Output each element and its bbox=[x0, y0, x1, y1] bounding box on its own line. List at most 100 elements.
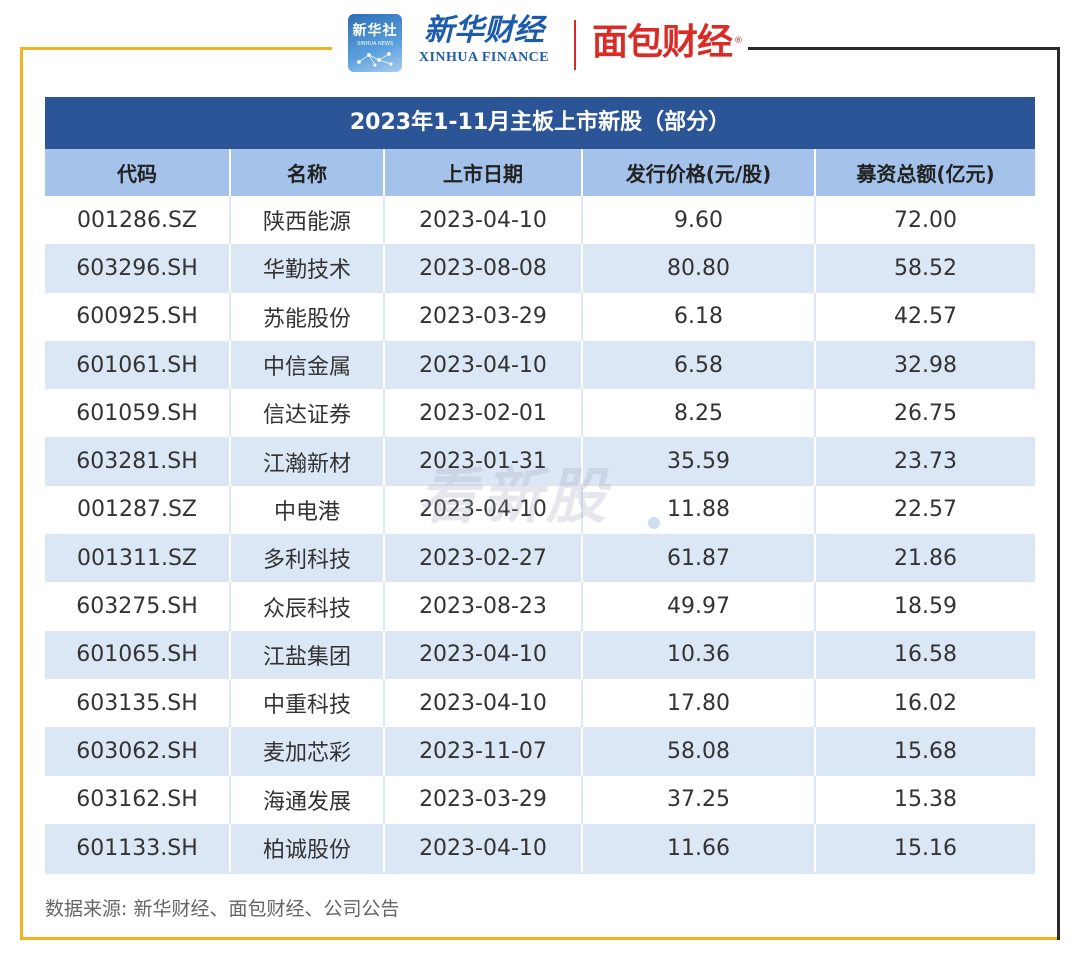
cell-listing-date: 2023-03-29 bbox=[383, 775, 581, 824]
cell-listing-date: 2023-02-01 bbox=[383, 389, 581, 438]
frame-line-gold-top bbox=[20, 47, 332, 50]
frame-line-dark-top bbox=[748, 47, 1060, 50]
network-icon bbox=[357, 52, 393, 67]
table-row: 601059.SH 信达证券 2023-02-01 8.25 26.75 bbox=[45, 389, 1035, 438]
cell-code: 600925.SH bbox=[76, 304, 198, 330]
table-row: 600925.SH 苏能股份 2023-03-29 6.18 42.57 bbox=[45, 292, 1035, 341]
cell-listing-date: 2023-04-10 bbox=[383, 678, 581, 728]
cell-name: 海通发展 bbox=[229, 775, 383, 824]
cell-name: 中重科技 bbox=[229, 678, 383, 728]
cell-name: 华勤技术 bbox=[229, 244, 383, 293]
table-row: 603275.SH 众辰科技 2023-08-23 49.97 18.59 bbox=[45, 582, 1035, 631]
cell-issue-price: 11.88 bbox=[581, 485, 814, 535]
cell-name: 江瀚新材 bbox=[229, 437, 383, 486]
cell-listing-date: 2023-02-27 bbox=[383, 534, 581, 583]
table-row: 601065.SH 江盐集团 2023-04-10 10.36 16.58 bbox=[45, 630, 1035, 679]
cell-issue-price: 61.87 bbox=[581, 534, 814, 583]
cell-code: 603281.SH bbox=[76, 449, 198, 475]
cell-code: 603275.SH bbox=[76, 594, 198, 620]
mianbao-finance-text: 面包财经 bbox=[592, 22, 733, 63]
xinhua-news-logo: 新华社 XINHUA NEWS bbox=[348, 14, 402, 72]
column-header-issue-price: 发行价格(元/股) bbox=[581, 149, 814, 196]
table-row: 603281.SH 江瀚新材 2023-01-31 35.59 23.73 bbox=[45, 437, 1035, 486]
cell-name: 多利科技 bbox=[229, 534, 383, 583]
column-header-listing-date: 上市日期 bbox=[383, 149, 581, 196]
cell-code: 601061.SH bbox=[76, 352, 198, 378]
table-row: 603162.SH 海通发展 2023-03-29 37.25 15.38 bbox=[45, 775, 1035, 824]
table-row: 001311.SZ 多利科技 2023-02-27 61.87 21.86 bbox=[45, 534, 1035, 583]
cell-listing-date: 2023-04-10 bbox=[383, 630, 581, 679]
cell-issue-price: 8.25 bbox=[581, 389, 814, 438]
cell-issue-price: 10.36 bbox=[581, 630, 814, 679]
cell-listing-date: 2023-01-31 bbox=[383, 437, 581, 486]
xinhua-finance-brand: 新华财经 XINHUA FINANCE bbox=[414, 12, 554, 66]
cell-listing-date: 2023-04-10 bbox=[383, 196, 581, 245]
data-source-note: 数据来源: 新华财经、面包财经、公司公告 bbox=[45, 898, 400, 920]
cell-name: 中信金属 bbox=[229, 340, 383, 390]
xinhua-logo-cn-text: 新华社 bbox=[352, 23, 398, 39]
table-title: 2023年1-11月主板上市新股（部分） bbox=[45, 97, 1035, 149]
cell-code: 001286.SZ bbox=[76, 207, 197, 233]
xinhua-finance-cn: 新华财经 bbox=[424, 13, 544, 48]
cell-listing-date: 2023-04-10 bbox=[383, 485, 581, 535]
cell-code: 001287.SZ bbox=[76, 497, 197, 523]
cell-issue-price: 17.80 bbox=[581, 678, 814, 728]
cell-code: 601133.SH bbox=[76, 835, 198, 861]
cell-code: 603062.SH bbox=[76, 738, 198, 764]
cell-raised-amount: 23.73 bbox=[814, 437, 1035, 486]
cell-issue-price: 35.59 bbox=[581, 437, 814, 486]
table-row: 001286.SZ 陕西能源 2023-04-10 9.60 72.00 bbox=[45, 196, 1035, 245]
watermark-dot bbox=[648, 517, 660, 529]
mianbao-finance-brand: 面包财经 ® bbox=[592, 18, 743, 68]
cell-raised-amount: 16.02 bbox=[814, 678, 1035, 728]
cell-name: 信达证券 bbox=[229, 389, 383, 438]
cell-issue-price: 6.58 bbox=[581, 340, 814, 390]
cell-code: 601059.SH bbox=[76, 400, 198, 426]
table-row: 001287.SZ 中电港 2023-04-10 11.88 22.57 bbox=[45, 485, 1035, 535]
cell-raised-amount: 72.00 bbox=[814, 196, 1035, 245]
table-row: 601133.SH 柏诚股份 2023-04-10 11.66 15.16 bbox=[45, 823, 1035, 873]
cell-listing-date: 2023-08-08 bbox=[383, 244, 581, 293]
cell-code: 601065.SH bbox=[76, 642, 198, 668]
cell-issue-price: 49.97 bbox=[581, 582, 814, 631]
xinhua-finance-en: XINHUA FINANCE bbox=[418, 50, 550, 65]
frame-line-gold-left bbox=[20, 47, 23, 940]
cell-listing-date: 2023-03-29 bbox=[383, 292, 581, 341]
cell-listing-date: 2023-04-10 bbox=[383, 340, 581, 390]
cell-issue-price: 80.80 bbox=[581, 244, 814, 293]
table-row: 603135.SH 中重科技 2023-04-10 17.80 16.02 bbox=[45, 678, 1035, 728]
cell-name: 江盐集团 bbox=[229, 630, 383, 679]
cell-issue-price: 9.60 bbox=[581, 196, 814, 245]
cell-name: 中电港 bbox=[229, 485, 383, 535]
table-row: 603062.SH 麦加芯彩 2023-11-07 58.08 15.68 bbox=[45, 727, 1035, 776]
table-header-row: 代码 名称 上市日期 发行价格(元/股) 募资总额(亿元) bbox=[45, 149, 1035, 196]
cell-code: 603162.SH bbox=[76, 787, 198, 813]
ipo-table: 2023年1-11月主板上市新股（部分） 代码 名称 上市日期 发行价格(元/股… bbox=[45, 97, 1035, 875]
cell-raised-amount: 26.75 bbox=[814, 389, 1035, 438]
frame-line-dark-right bbox=[1057, 47, 1060, 940]
cell-raised-amount: 42.57 bbox=[814, 292, 1035, 341]
cell-raised-amount: 16.58 bbox=[814, 630, 1035, 679]
registered-mark: ® bbox=[734, 36, 743, 46]
cell-raised-amount: 22.57 bbox=[814, 485, 1035, 535]
cell-name: 众辰科技 bbox=[229, 582, 383, 631]
cell-raised-amount: 32.98 bbox=[814, 340, 1035, 390]
column-header-name: 名称 bbox=[229, 149, 383, 196]
brand-divider bbox=[574, 20, 576, 70]
cell-name: 陕西能源 bbox=[229, 196, 383, 245]
cell-code: 603296.SH bbox=[76, 255, 198, 281]
xinhua-logo-en-text: XINHUA NEWS bbox=[356, 41, 394, 47]
cell-name: 麦加芯彩 bbox=[229, 727, 383, 776]
cell-listing-date: 2023-08-23 bbox=[383, 582, 581, 631]
cell-name: 苏能股份 bbox=[229, 292, 383, 341]
cell-code: 603135.SH bbox=[76, 690, 198, 716]
column-header-code: 代码 bbox=[117, 162, 157, 186]
column-header-raised-amount: 募资总额(亿元) bbox=[814, 149, 1035, 196]
cell-issue-price: 6.18 bbox=[581, 292, 814, 341]
cell-raised-amount: 58.52 bbox=[814, 244, 1035, 293]
cell-listing-date: 2023-11-07 bbox=[383, 727, 581, 776]
cell-name: 柏诚股份 bbox=[229, 823, 383, 873]
cell-raised-amount: 15.68 bbox=[814, 727, 1035, 776]
table-body: 001286.SZ 陕西能源 2023-04-10 9.60 72.00 603296.S… bbox=[45, 196, 1035, 875]
cell-issue-price: 37.25 bbox=[581, 775, 814, 824]
